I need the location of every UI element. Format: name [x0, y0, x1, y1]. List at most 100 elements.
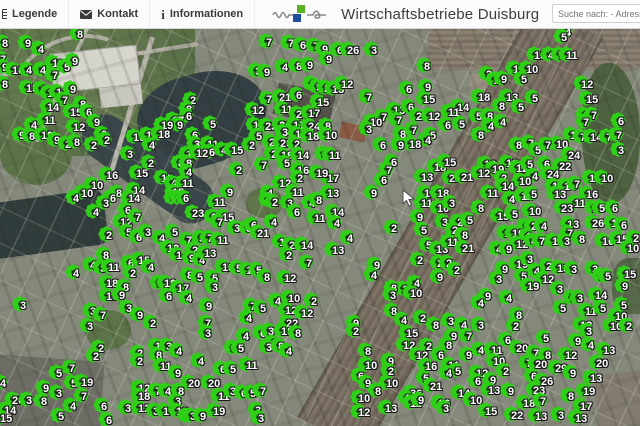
map-marker[interactable]: 11 — [479, 184, 495, 200]
map-marker[interactable]: 10 — [619, 239, 635, 255]
map-marker[interactable]: 9 — [500, 382, 516, 398]
map-marker[interactable]: 13 — [413, 168, 429, 184]
map-marker[interactable]: 4 — [0, 374, 8, 390]
map-marker[interactable]: 7 — [532, 392, 548, 408]
map-marker[interactable]: 7 — [252, 382, 268, 398]
map-marker[interactable]: 13 — [480, 381, 496, 397]
map-marker[interactable]: 3 — [550, 406, 566, 422]
map-marker[interactable]: 7 — [358, 88, 374, 104]
map-marker[interactable]: 5 — [230, 339, 246, 355]
map-marker[interactable]: 6 — [288, 86, 304, 102]
map-marker[interactable]: 3 — [363, 41, 379, 57]
map-marker[interactable]: 3 — [358, 120, 374, 136]
map-marker[interactable]: 20 — [508, 339, 524, 355]
map-marker[interactable]: 9 — [429, 268, 445, 284]
map-marker[interactable]: 7 — [258, 33, 274, 49]
map-marker[interactable]: 3 — [488, 270, 504, 286]
map-marker[interactable]: 9 — [198, 297, 214, 313]
map-marker[interactable]: 18 — [299, 127, 315, 143]
map-marker[interactable]: 2 — [98, 226, 114, 242]
map-marker[interactable]: 3 — [250, 409, 266, 425]
map-marker[interactable]: 2 — [446, 261, 462, 277]
map-marker[interactable]: 15 — [477, 402, 493, 418]
map-marker[interactable]: 6 — [604, 199, 620, 215]
map-marker[interactable]: 18 — [130, 387, 146, 403]
map-marker[interactable]: 4 — [533, 217, 549, 233]
search-input[interactable] — [552, 4, 640, 23]
map-marker[interactable]: 2 — [241, 136, 257, 152]
map-marker[interactable]: 4 — [470, 294, 486, 310]
map-marker[interactable]: 11 — [306, 209, 322, 225]
map-marker[interactable]: 14 — [293, 236, 309, 252]
map-marker[interactable]: 21 — [453, 168, 469, 184]
map-marker[interactable]: 2 — [409, 251, 425, 267]
map-marker[interactable]: 10 — [462, 391, 478, 407]
map-marker[interactable]: 4 — [498, 289, 514, 305]
map-marker[interactable]: 5 — [50, 407, 66, 423]
map-marker[interactable]: 9 — [390, 136, 406, 152]
map-marker[interactable]: 26 — [584, 214, 600, 230]
map-marker[interactable]: 11 — [558, 46, 574, 62]
map-marker[interactable]: 8 — [491, 97, 507, 113]
map-marker[interactable]: 2 — [278, 246, 294, 262]
map-marker[interactable]: 4 — [140, 258, 156, 274]
map-marker[interactable]: 12 — [65, 118, 81, 134]
map-marker[interactable]: 9 — [498, 240, 514, 256]
map-marker[interactable]: 15 — [309, 93, 325, 109]
map-marker[interactable]: 9 — [64, 52, 80, 68]
map-marker[interactable]: 9 — [363, 184, 379, 200]
map-marker[interactable]: 4 — [278, 342, 294, 358]
map-marker[interactable]: 8 — [470, 126, 486, 142]
map-marker[interactable]: 8 — [0, 75, 10, 91]
map-marker[interactable]: 4 — [168, 342, 184, 358]
map-marker[interactable]: 4 — [326, 214, 342, 230]
map-marker[interactable]: 9 — [410, 391, 426, 407]
nav-item-kontakt[interactable]: Kontakt — [69, 0, 150, 28]
map-marker[interactable]: 9 — [256, 63, 272, 79]
map-marker[interactable]: 7 — [608, 126, 624, 142]
map-marker[interactable]: 4 — [363, 266, 379, 282]
map-marker[interactable]: 3 — [204, 278, 220, 294]
map-marker[interactable]: 12 — [333, 75, 349, 91]
map-marker[interactable]: 19 — [519, 277, 535, 293]
map-marker[interactable]: 13 — [377, 399, 393, 415]
map-marker[interactable]: 5 — [597, 267, 613, 283]
map-marker[interactable]: 12 — [420, 107, 436, 123]
map-marker[interactable]: 22 — [503, 406, 519, 422]
map-marker[interactable]: 2 — [140, 154, 156, 170]
map-marker[interactable]: 5 — [535, 329, 551, 345]
map-marker[interactable]: 10 — [402, 284, 418, 300]
map-marker[interactable]: 2 — [228, 161, 244, 177]
map-marker[interactable]: 9 — [614, 277, 630, 293]
map-marker[interactable]: 4 — [65, 264, 81, 280]
map-marker[interactable]: 3 — [197, 324, 213, 340]
map-marker[interactable]: 21 — [454, 239, 470, 255]
map-marker[interactable]: 6 — [158, 287, 174, 303]
map-marker[interactable]: 7 — [298, 254, 314, 270]
map-marker[interactable]: 7 — [209, 213, 225, 229]
map-marker[interactable]: 10 — [521, 202, 537, 218]
map-marker[interactable]: 9 — [299, 56, 315, 72]
map-marker[interactable]: 14 — [582, 128, 598, 144]
map-marker[interactable]: 8 — [66, 133, 82, 149]
map-marker[interactable]: 11 — [152, 357, 168, 373]
map-marker[interactable]: 3 — [563, 260, 579, 276]
map-marker[interactable]: 2 — [345, 322, 361, 338]
map-marker[interactable]: 13 — [527, 407, 543, 423]
map-marker[interactable]: 4 — [190, 352, 206, 368]
map-marker[interactable]: 10 — [602, 317, 618, 333]
map-marker[interactable]: 15 — [0, 409, 8, 425]
map-marker[interactable]: 4 — [238, 309, 254, 325]
map-marker[interactable]: 12 — [244, 101, 260, 117]
map-marker[interactable]: 4 — [178, 289, 194, 305]
map-marker[interactable]: 8 — [308, 191, 324, 207]
map-marker[interactable]: 8 — [0, 34, 10, 50]
map-marker[interactable]: 15 — [223, 141, 239, 157]
map-marker[interactable]: 3 — [79, 317, 95, 333]
map-marker[interactable]: 3 — [441, 194, 457, 210]
nav-item-legende[interactable]: Legende — [0, 0, 69, 28]
map-marker[interactable]: 11 — [273, 100, 289, 116]
map-marker[interactable]: 11 — [439, 233, 455, 249]
map-marker[interactable]: 29 — [547, 359, 563, 375]
map-marker[interactable]: 3 — [119, 145, 135, 161]
